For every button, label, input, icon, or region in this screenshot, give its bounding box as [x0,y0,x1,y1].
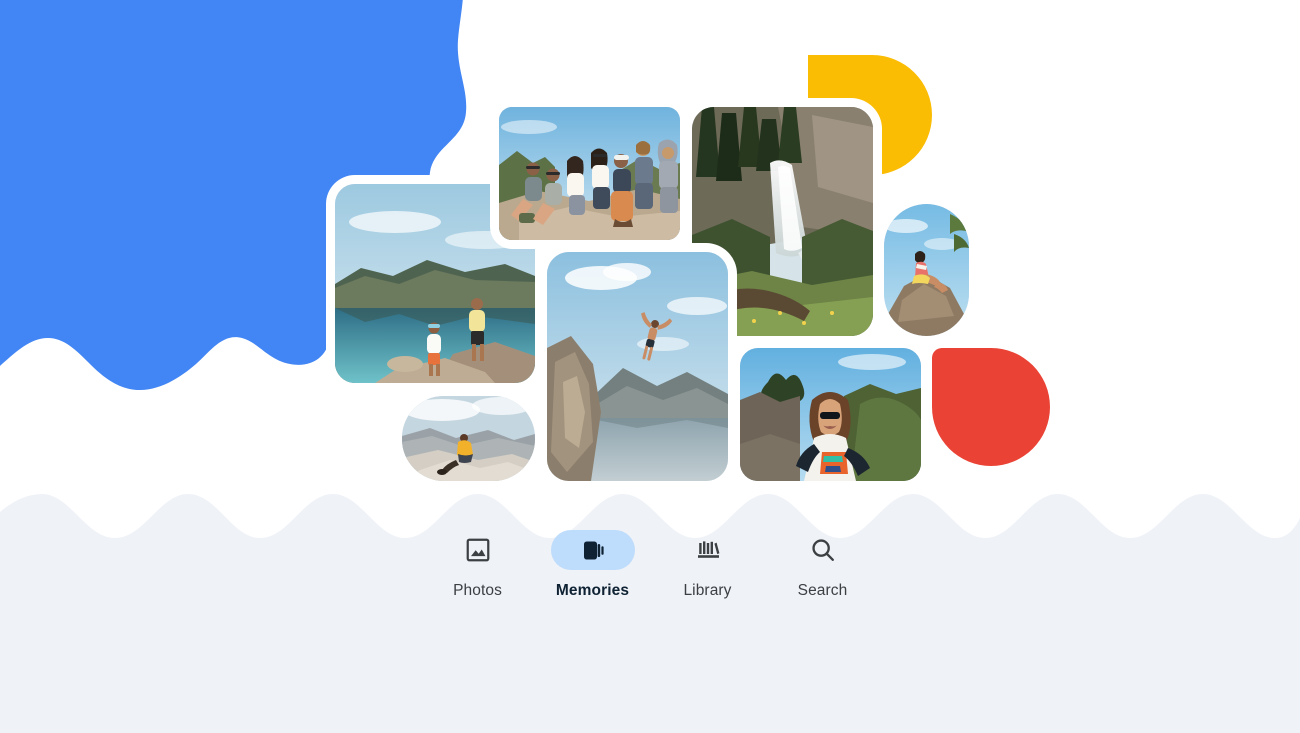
app-root: Photos Memories Library Search [0,0,1300,733]
nav-item-library[interactable]: Library [650,530,765,599]
nav-label-memories: Memories [555,582,630,599]
photo-woman-on-boulder[interactable] [884,204,969,336]
photo-group-on-rocks[interactable] [499,107,680,240]
memories-icon [583,541,604,560]
photos-icon [466,538,489,562]
nav-label-library: Library [683,582,732,599]
nav-label-search: Search [797,582,848,599]
bottom-navigation-area: Photos Memories Library Search [0,530,1300,733]
photo-cliff-jumper[interactable] [547,252,728,481]
nav-icon-wrap-library [666,530,750,570]
nav-icon-wrap-search [781,530,865,570]
nav-icon-wrap-memories [550,530,635,570]
nav-label-photos: Photos [453,582,502,599]
nav-item-photos[interactable]: Photos [420,530,535,599]
memories-photo-collage [0,0,1300,500]
nav-icon-wrap-photos [436,530,520,570]
search-icon [811,539,834,561]
bottom-navigation: Photos Memories Library Search [0,530,1300,599]
nav-item-memories[interactable]: Memories [535,530,650,599]
library-icon [697,541,719,558]
photo-hiker-yellow-jacket[interactable] [402,396,535,481]
photo-woman-sunglasses[interactable] [740,348,921,481]
nav-item-search[interactable]: Search [765,530,880,599]
hero-section [0,0,1300,500]
